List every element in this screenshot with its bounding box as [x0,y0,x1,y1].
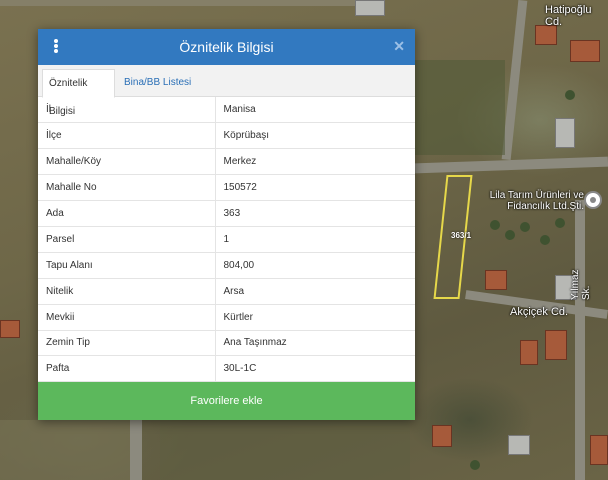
tree [470,460,480,470]
row-key: Mahalle/Köy [38,148,216,176]
table-row: Nitelik Arsa [38,278,415,305]
street-label: Yılmaz Sk. [570,269,592,300]
building [508,435,530,455]
row-key: İlçe [38,122,216,150]
vertical-dots-icon[interactable] [50,38,62,56]
building [545,330,567,360]
row-value: Ana Taşınmaz [215,330,415,357]
table-row: Parsel 1 [38,226,415,253]
table-row: Mahalle No 150572 [38,174,415,202]
map-pin-icon[interactable] [584,191,602,209]
row-key: Mevkii [38,304,216,331]
building [432,425,452,447]
parcel-label: 363/1 [451,231,472,240]
table-row: Mevkii Kürtler [38,304,415,331]
attribute-info-dialog: Öznitelik Bilgisi ✕ Öznitelik Bilgisi Bi… [38,29,415,420]
building [570,40,600,62]
street-label: Akçiçek Cd. [510,306,569,318]
table-row: Zemin Tip Ana Taşınmaz [38,330,415,357]
row-value: 30L-1C [215,355,415,383]
building [590,435,608,465]
road [414,156,608,174]
row-value: 363 [215,200,415,227]
table-row: Pafta 30L-1C [38,355,415,383]
attribute-table: İlManisa İlçeKöprübaşı Mahalle/KöyMerkez… [38,97,415,383]
building [355,0,385,16]
building [485,270,507,290]
tab-attribute-info[interactable]: Öznitelik Bilgisi [42,69,115,117]
row-value: 804,00 [215,252,415,279]
road [130,420,142,480]
tree [490,220,500,230]
row-key: Zemin Tip [38,330,216,357]
tree [520,222,530,232]
row-value: Arsa [215,278,415,305]
close-icon[interactable]: ✕ [393,38,405,55]
table-row: İlçe Köprübaşı [38,122,415,150]
row-key: Parsel [38,226,216,253]
tree [505,230,515,240]
row-value: Köprübaşı [215,122,415,150]
tree [565,90,575,100]
row-value: Manisa [215,97,415,124]
road [575,200,585,480]
table-row: Tapu Alanı 804,00 [38,252,415,279]
road [0,0,360,6]
street-label: Hatipoğlu Cd. [545,4,592,28]
building [535,25,557,45]
road [501,0,528,161]
field [0,420,130,480]
row-value: Kürtler [215,304,415,331]
tree [555,218,565,228]
field [160,420,410,480]
table-row: Mahalle/Köy Merkez [38,148,415,176]
row-key: Mahalle No [38,174,216,202]
row-value: 1 [215,226,415,253]
building [0,320,20,338]
row-value: 150572 [215,174,415,202]
row-value: Merkez [215,148,415,176]
tab-building-list[interactable]: Bina/BB Listesi [118,69,197,98]
table-row: Ada 363 [38,200,415,227]
row-key: Nitelik [38,278,216,305]
business-label: Lila Tarım Ürünleri ve Fidancılık Ltd.Şt… [489,190,584,212]
dialog-header: Öznitelik Bilgisi ✕ [38,29,415,65]
row-key: Tapu Alanı [38,252,216,279]
building [555,118,575,148]
row-key: Ada [38,200,216,227]
tab-bar: Öznitelik Bilgisi Bina/BB Listesi [38,65,415,117]
tree [540,235,550,245]
building [520,340,538,365]
row-key: Pafta [38,355,216,383]
field [415,60,505,155]
dialog-title: Öznitelik Bilgisi [179,39,274,55]
add-to-favorites-button[interactable]: Favorilere ekle [38,382,415,420]
table-row: İlManisa [38,97,415,124]
